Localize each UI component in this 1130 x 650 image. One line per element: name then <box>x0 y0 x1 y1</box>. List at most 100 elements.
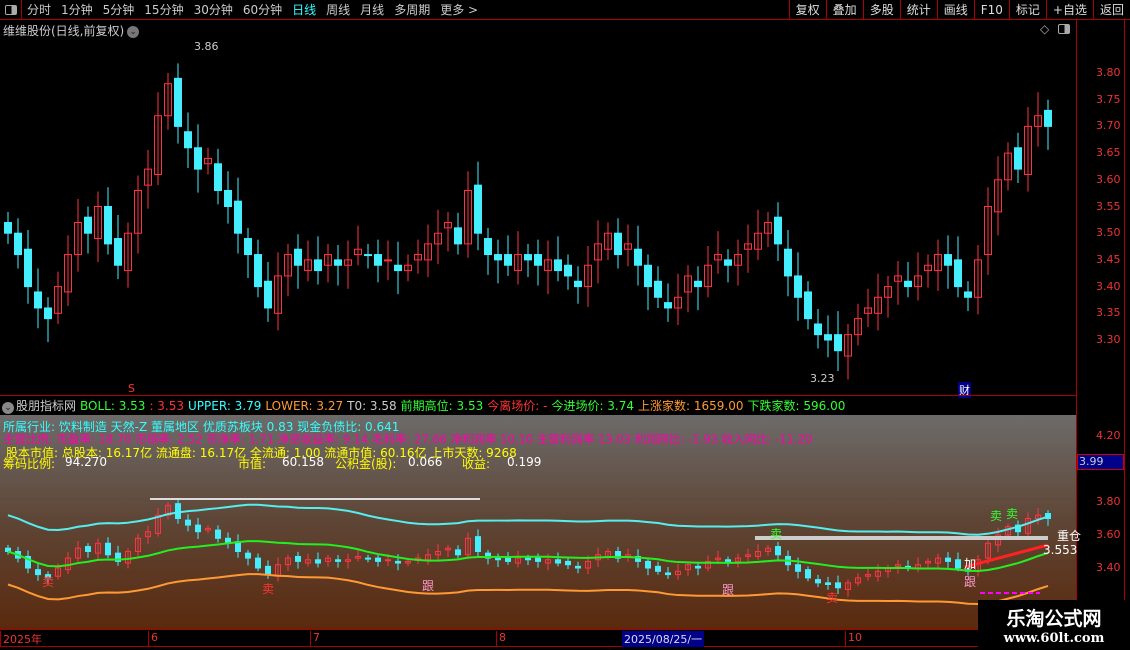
candle <box>645 560 651 569</box>
period-tab[interactable]: 分时 <box>22 1 56 18</box>
candle <box>815 579 821 584</box>
candle <box>504 254 512 266</box>
sell-signal: 卖 <box>826 591 839 605</box>
candle <box>664 302 672 309</box>
candle <box>784 248 792 277</box>
candle <box>534 254 542 266</box>
candle <box>294 248 302 266</box>
indicator-value: 今离场价: - <box>487 399 548 413</box>
candle <box>254 254 262 288</box>
candle <box>655 565 661 572</box>
toolbar-button[interactable]: 画线 <box>936 0 974 20</box>
panel-icon[interactable] <box>1058 24 1070 34</box>
period-tab[interactable]: 周线 <box>321 1 355 18</box>
candle <box>314 259 322 272</box>
y-tick: 4.20 <box>1096 429 1121 442</box>
period-tab[interactable]: 日线 <box>287 1 321 18</box>
candle <box>334 259 342 266</box>
candle <box>954 259 962 288</box>
indicator-value: 上涨家数: 1659.00 <box>638 399 744 413</box>
date-axis: 2025年 6 7 8 2025/08/25/一 10 <box>0 629 1076 647</box>
candle <box>654 280 662 298</box>
toolbar-button[interactable]: 多股 <box>862 0 900 20</box>
market-value: 60.158 <box>282 455 324 469</box>
reserve-label: 公积金(股): <box>335 457 397 471</box>
period-tab[interactable]: 30分钟 <box>189 1 238 18</box>
candle <box>455 549 461 556</box>
price-chart[interactable] <box>0 38 1076 393</box>
indicator-value: 今进场价: 3.74 <box>551 399 635 413</box>
follow-signal: 跟 <box>722 583 735 597</box>
candle <box>255 557 261 569</box>
candle <box>295 555 301 562</box>
indicator-value: : 3.53 <box>149 399 185 413</box>
candle <box>665 572 671 576</box>
candle <box>524 254 532 261</box>
axis-label: 6 <box>148 631 158 647</box>
candle <box>805 569 811 579</box>
candle <box>454 227 462 245</box>
candle <box>644 264 652 288</box>
candle <box>774 216 782 245</box>
candle <box>724 259 732 266</box>
indicator-name[interactable]: 股朋指标网 <box>16 399 76 413</box>
chevron-down-icon[interactable]: ⌄ <box>2 402 14 414</box>
candle <box>375 557 381 562</box>
candle <box>394 264 402 272</box>
candle <box>175 503 181 520</box>
stock-title[interactable]: 维维股份(日线,前复权) ⌄ <box>3 22 140 39</box>
reserve-value: 0.066 <box>408 455 443 469</box>
candle <box>385 559 391 562</box>
axis-label: 8 <box>496 631 506 647</box>
period-tab[interactable]: 多周期 <box>389 1 435 18</box>
candle <box>614 232 622 256</box>
period-tab[interactable]: 1分钟 <box>56 1 98 18</box>
sidebar-toggle-button[interactable] <box>0 0 22 20</box>
y-tick: 3.65 <box>1096 146 1121 160</box>
period-tab[interactable]: 60分钟 <box>238 1 287 18</box>
indicator-panel[interactable]: 所属行业: 饮料制造 天然-Z 董属地区 优质苏板块 0.83 现金负债比: 0… <box>0 415 1081 629</box>
candle <box>184 131 192 149</box>
toolbar-button[interactable]: F10 <box>973 0 1009 20</box>
y-tick: 3.80 <box>1096 66 1121 79</box>
period-tab[interactable]: 月线 <box>355 1 389 18</box>
candle <box>904 280 912 288</box>
candle <box>824 334 832 341</box>
y-tick: 3.70 <box>1096 119 1121 133</box>
candle <box>384 259 392 262</box>
candle <box>574 280 582 288</box>
period-tab[interactable]: 5分钟 <box>98 1 140 18</box>
toolbar-button[interactable]: 复权 <box>788 0 826 20</box>
toolbar-button[interactable]: 标记 <box>1008 0 1046 20</box>
candle <box>245 552 251 559</box>
candle <box>104 206 112 245</box>
y-tick: 3.50 <box>1096 226 1121 240</box>
candle <box>224 189 232 207</box>
candle <box>694 280 702 288</box>
candle <box>234 200 242 234</box>
toolbar-button[interactable]: 返回 <box>1092 0 1130 20</box>
toolbar-button[interactable]: +自选 <box>1045 0 1093 20</box>
candle <box>114 238 122 266</box>
candle <box>34 291 42 309</box>
y-tick: 3.80 <box>1096 495 1121 508</box>
period-tab[interactable]: 更多 > <box>435 1 483 18</box>
candle <box>264 280 272 309</box>
chevron-down-icon[interactable]: ⌄ <box>127 25 140 38</box>
y-tick: 3.75 <box>1096 92 1121 106</box>
add-signal: 加 <box>964 557 977 571</box>
diamond-icon[interactable]: ◇ <box>1040 22 1049 36</box>
axis-divider <box>1124 20 1125 630</box>
toolbar-button[interactable]: 统计 <box>899 0 937 20</box>
candle <box>1044 109 1052 127</box>
indicator-value: LOWER: 3.27 <box>265 399 344 413</box>
candle <box>44 307 52 320</box>
candle <box>84 216 92 234</box>
toolbar-button[interactable]: 叠加 <box>825 0 863 20</box>
candle <box>695 565 701 569</box>
axis-label: 2025年 <box>0 631 42 647</box>
indicator-value: 下跌家数: 596.00 <box>747 399 846 413</box>
period-tab[interactable]: 15分钟 <box>139 1 188 18</box>
chip-ratio-label: 筹码比例: <box>3 457 56 471</box>
candle <box>5 547 11 552</box>
